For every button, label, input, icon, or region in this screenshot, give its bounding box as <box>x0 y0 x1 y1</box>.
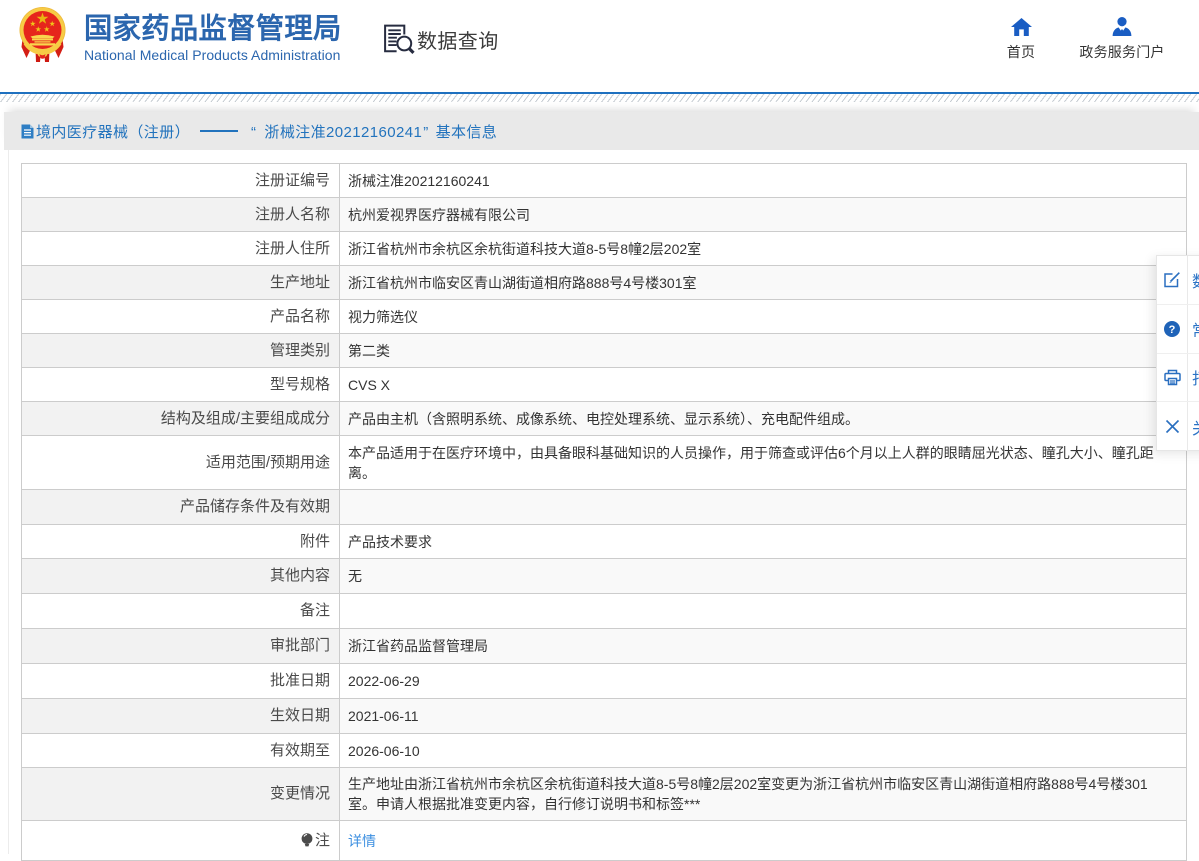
svg-text:?: ? <box>1169 324 1176 336</box>
